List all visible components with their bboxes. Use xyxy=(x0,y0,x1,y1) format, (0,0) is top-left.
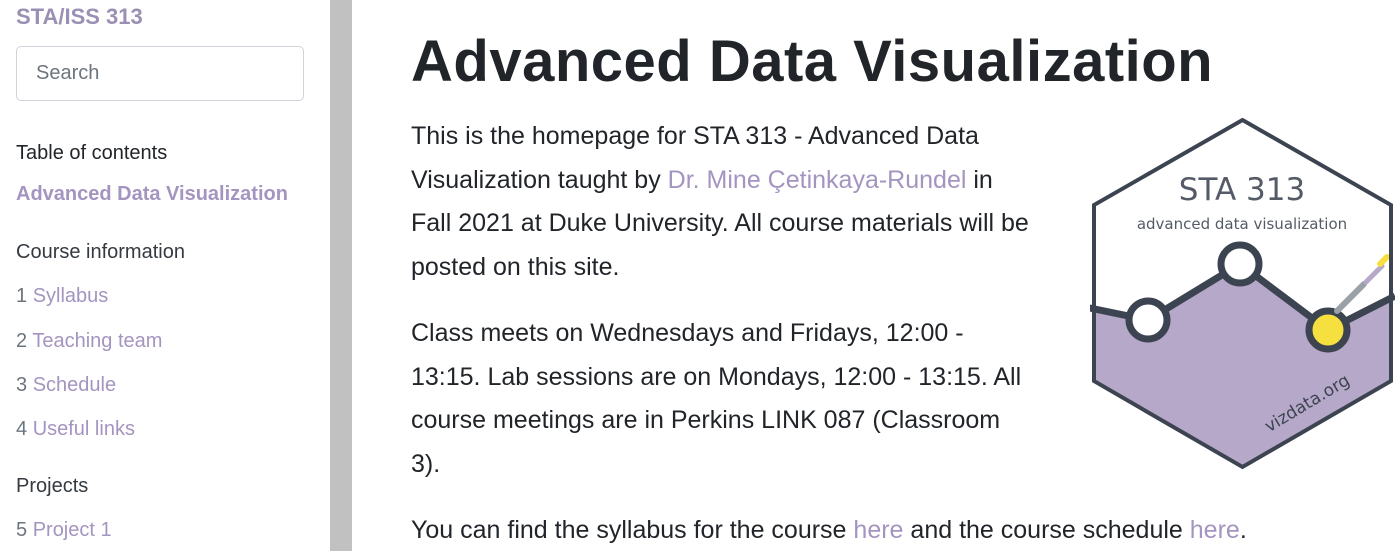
sidebar: STA/ISS 313 Table of contents Advanced D… xyxy=(0,0,330,551)
chapter-number: 4 xyxy=(16,418,28,440)
page: STA/ISS 313 Table of contents Advanced D… xyxy=(0,0,1399,551)
links-text-end: . xyxy=(1239,516,1247,544)
schedule-link[interactable]: here xyxy=(1190,516,1240,544)
links-text-middle: and the course schedule xyxy=(903,516,1190,544)
sidebar-item-teaching-team[interactable]: 2 Teaching team xyxy=(16,330,162,353)
section-projects: Projects xyxy=(16,475,89,497)
section-course-information: Course information xyxy=(16,241,185,263)
sidebar-item-label[interactable]: Project 1 xyxy=(33,519,112,541)
data-point-icon xyxy=(1217,241,1263,287)
sidebar-item-useful-links[interactable]: 4 Useful links xyxy=(16,418,135,441)
intro-paragraph: This is the homepage for STA 313 - Advan… xyxy=(411,115,1031,289)
syllabus-link[interactable]: here xyxy=(853,516,903,544)
sidebar-item-project-1[interactable]: 5 Project 1 xyxy=(16,519,112,542)
sidebar-item-label[interactable]: Syllabus xyxy=(33,285,109,307)
chapter-number: 2 xyxy=(16,330,28,352)
sidebar-item-label[interactable]: Useful links xyxy=(33,418,135,440)
class-meetings-paragraph: Class meets on Wednesdays and Fridays, 1… xyxy=(411,319,1022,478)
chapter-number: 1 xyxy=(16,285,28,307)
logo-subtitle: advanced data visualization xyxy=(1137,215,1347,233)
sidebar-divider[interactable] xyxy=(330,0,352,551)
site-title-link[interactable]: STA/ISS 313 xyxy=(16,4,143,30)
main-content: Advanced Data Visualization This is the … xyxy=(352,0,1399,551)
course-hex-logo: STA 313 advanced data visualization vizd… xyxy=(1090,118,1395,470)
sidebar-item-label[interactable]: Schedule xyxy=(33,374,116,396)
page-title: Advanced Data Visualization xyxy=(411,29,1214,94)
sidebar-item-schedule[interactable]: 3 Schedule xyxy=(16,374,116,397)
links-paragraph: You can find the syllabus for the course… xyxy=(411,509,1399,551)
instructor-link[interactable]: Dr. Mine Çetinkaya-Rundel xyxy=(668,166,967,194)
sidebar-item-label[interactable]: Teaching team xyxy=(32,330,162,352)
data-point-icon xyxy=(1125,297,1171,343)
links-text: You can find the syllabus for the course xyxy=(411,516,854,544)
sidebar-item-syllabus[interactable]: 1 Syllabus xyxy=(16,285,108,308)
chapter-number: 5 xyxy=(16,519,28,541)
highlighted-point-icon xyxy=(1305,307,1351,353)
chapter-number: 3 xyxy=(16,374,28,396)
toc-item-advanced-data-visualization[interactable]: Advanced Data Visualization xyxy=(16,183,288,206)
toc-heading: Table of contents xyxy=(16,142,168,164)
logo-title: STA 313 xyxy=(1179,172,1305,208)
search-input[interactable] xyxy=(16,46,304,101)
